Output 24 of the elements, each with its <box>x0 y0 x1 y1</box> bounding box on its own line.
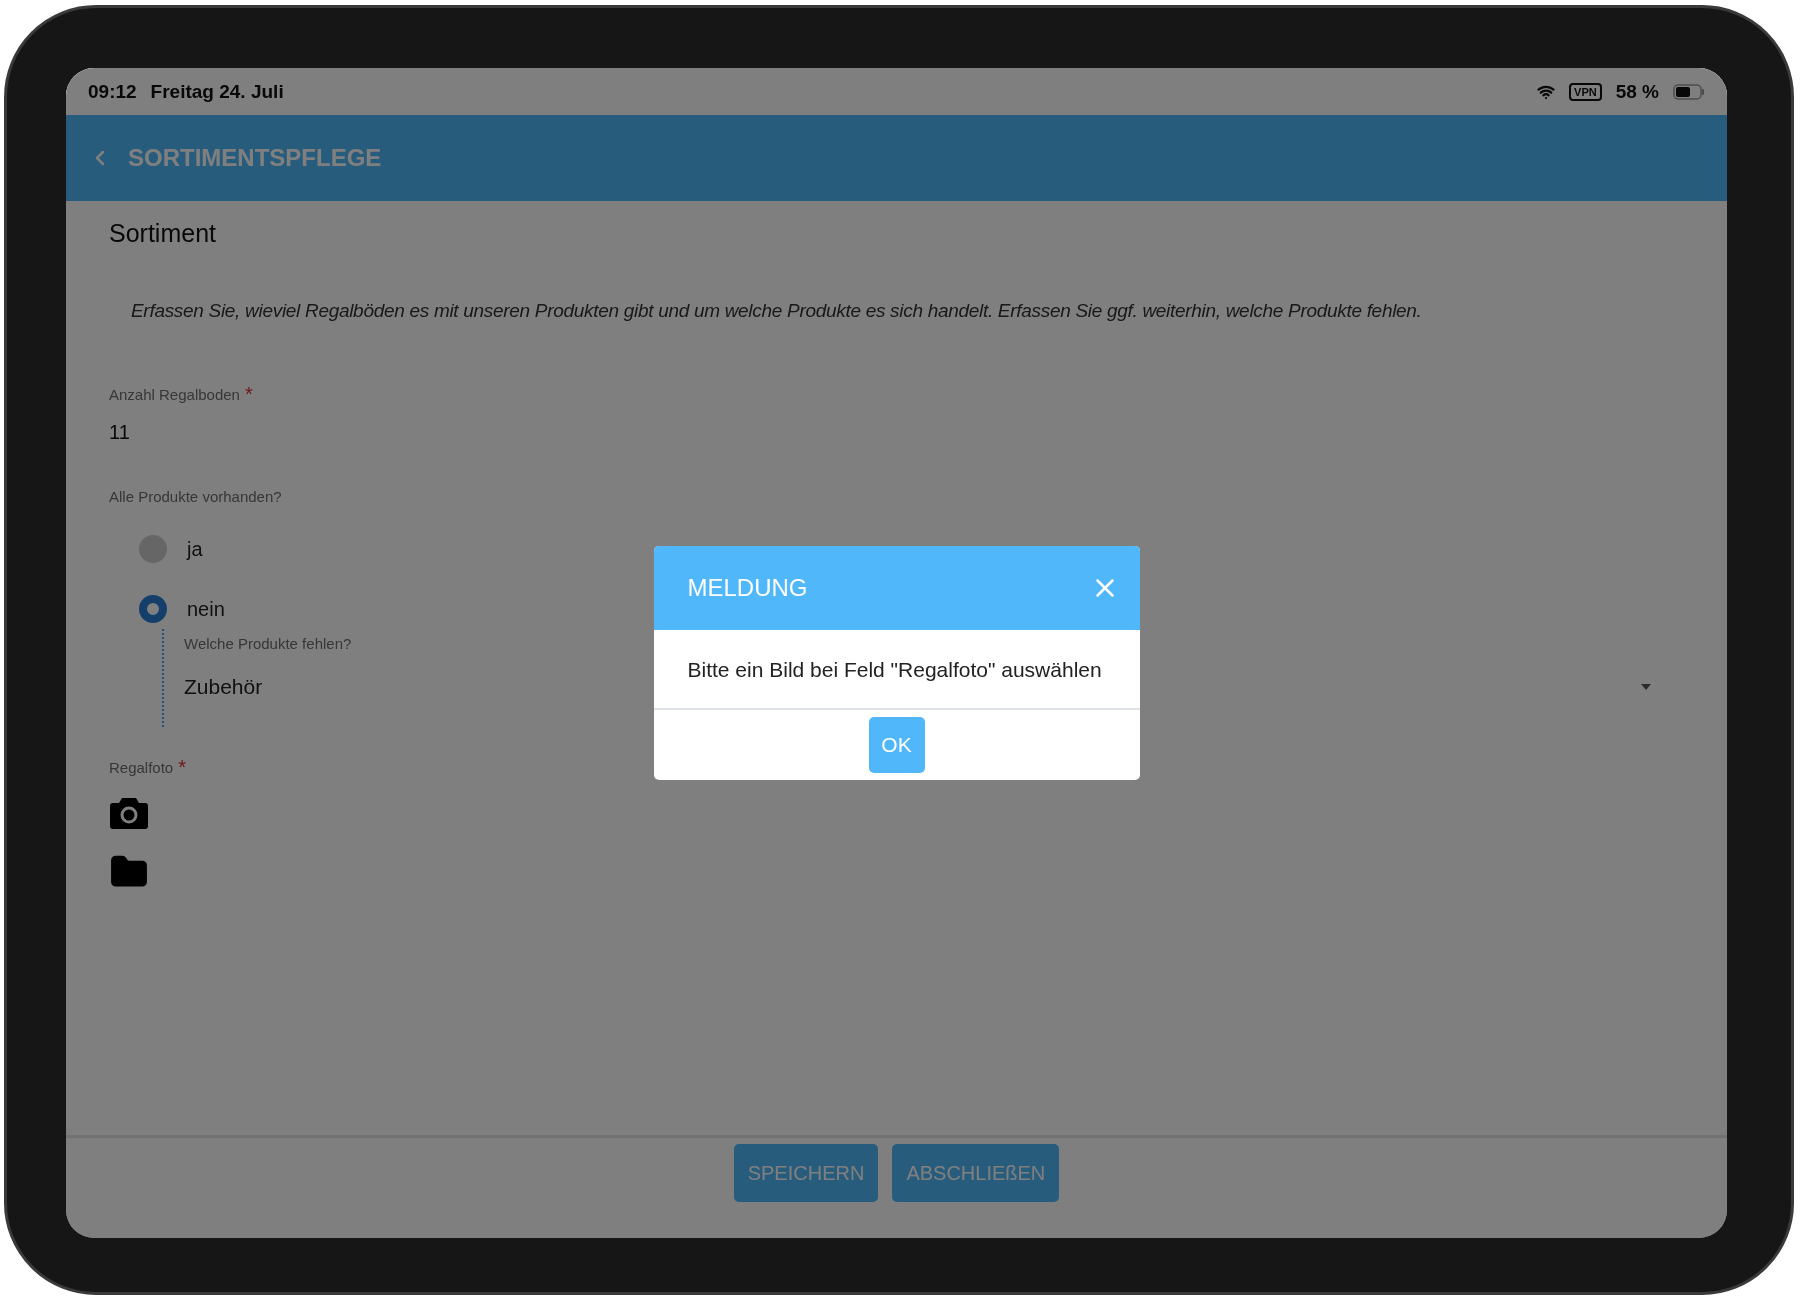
required-mark: * <box>244 386 253 402</box>
radio-label[interactable]: nein <box>187 597 225 621</box>
status-date: Freitag 24. Juli <box>150 80 284 103</box>
radio-label[interactable]: ja <box>187 537 203 561</box>
field-label: Welche Produkte fehlen? <box>184 635 352 652</box>
dropdown-value[interactable]: Zubehör <box>184 675 263 699</box>
required-mark: * <box>178 759 186 775</box>
dialog-message: Bitte ein Bild bei Feld "Regalfoto" auswählen <box>653 630 1140 710</box>
field-label: Anzahl Regalboden <box>109 386 240 403</box>
battery-percent: 58 % <box>1615 80 1659 103</box>
field-label: Regalfoto <box>109 759 174 776</box>
dropdown-caret-icon[interactable] <box>1641 684 1651 690</box>
app-title: SORTIMENTSPFLEGE <box>128 144 382 172</box>
description-text: Erfassen Sie, wieviel Regalböden es mit unseren Produkten gibt und um welche Produkte es sich handelt. Erfassen Sie ggf. weiterhin, welche Produkte fehlen. <box>131 300 1423 322</box>
battery-icon <box>1673 83 1705 100</box>
dialog-title: MELDUNG <box>687 574 808 602</box>
camera-icon[interactable] <box>109 796 149 830</box>
vpn-badge: VPN <box>1569 82 1602 101</box>
field-label: Alle Produkte vorhanden? <box>109 488 282 505</box>
radio-button[interactable] <box>139 595 167 623</box>
status-time: 09:12 <box>88 80 137 103</box>
radio-button[interactable] <box>139 535 167 563</box>
section-title: Sortiment <box>109 219 217 248</box>
field-value[interactable]: 11 <box>109 421 1684 444</box>
